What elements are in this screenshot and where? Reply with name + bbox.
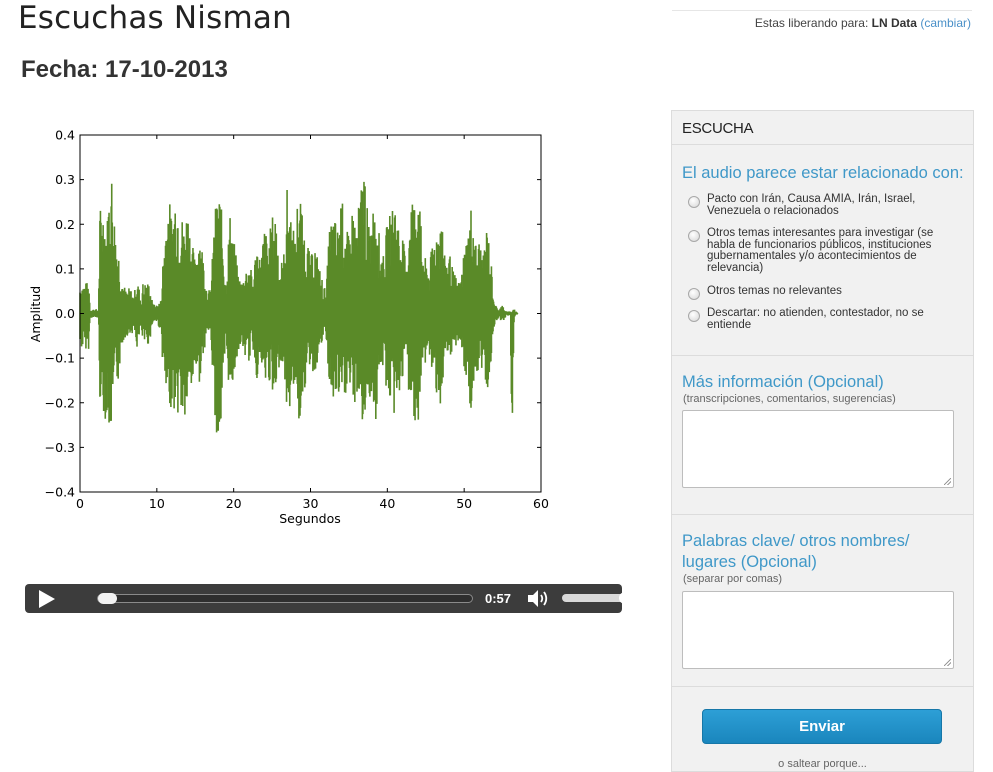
y-tick-label: 0.2 [55,217,75,232]
x-tick-label: 50 [456,496,472,511]
relation-question: El audio parece estar relacionado con: [682,164,964,182]
liberando-info: Estas liberando para: LN Data (cambiar) [755,16,971,30]
play-button[interactable] [39,590,55,608]
option-descartar[interactable]: Descartar: no atienden, contestador, no … [688,307,958,332]
more-info-hint: (transcripciones, comentarios, sugerenci… [683,393,896,405]
y-tick-label: 0.3 [55,172,75,187]
option-no-relevantes[interactable]: Otros temas no relevantes [688,285,958,300]
resize-grip-icon[interactable] [944,659,951,666]
keywords-textarea[interactable] [682,591,954,669]
seek-bar[interactable] [97,594,473,603]
x-tick-label: 0 [76,496,84,511]
more-info-title: Más información (Opcional) [682,373,884,391]
y-tick-label: 0.0 [55,306,75,321]
option-pacto-iran[interactable]: Pacto con Irán, Causa AMIA, Irán, Israel… [688,193,958,218]
skip-link[interactable]: o saltear porque... [672,758,973,770]
y-tick-label: −0.3 [45,440,75,455]
x-tick-label: 10 [149,496,165,511]
waveform-chart: 0 10 20 30 40 50 60 0.4 0.3 0.2 0.1 0.0 −0.1 −0.2 −0.… [28,128,549,527]
radio-button[interactable] [688,196,700,208]
page-title: Escuchas Nisman [18,0,292,36]
y-tick-label: −0.2 [45,395,75,410]
x-axis-label: Segundos [279,511,341,526]
audio-player: 0:57 [25,584,631,613]
y-tick-label: 0.4 [55,128,75,143]
section-divider [672,514,973,515]
y-axis-label: Amplitud [28,286,43,342]
option-otros-interesantes[interactable]: Otros temas interesantes para investigar… [688,227,958,276]
volume-handle[interactable] [619,592,631,604]
volume-slider[interactable] [562,594,626,602]
option-label: Otros temas no relevantes [707,285,842,297]
panel-header-title: ESCUCHA [682,120,754,137]
keywords-hint: (separar por comas) [683,573,783,585]
top-divider [672,10,972,11]
liberando-user: LN Data [871,16,917,30]
radio-button[interactable] [688,310,700,322]
more-info-textarea[interactable] [682,410,954,488]
option-label: Pacto con Irán, Causa AMIA, Irán, Israel… [707,193,916,217]
option-label: Otros temas interesantes para investigar… [707,227,934,274]
keywords-title: Palabras clave/ otros nombres/ lugares (… [682,532,910,571]
submit-button[interactable]: Enviar [702,709,942,744]
cambiar-link[interactable]: (cambiar) [920,16,971,30]
section-divider [672,355,973,356]
waveform-series [79,181,519,433]
x-tick-label: 20 [226,496,242,511]
escucha-panel: ESCUCHA El audio parece estar relacionad… [671,110,974,772]
x-tick-label: 60 [533,496,549,511]
speaker-icon[interactable] [527,589,551,608]
option-label: Descartar: no atienden, contestador, no … [707,307,924,331]
y-tick-label: −0.1 [45,351,75,366]
panel-header: ESCUCHA [672,111,973,145]
radio-button[interactable] [688,288,700,300]
x-tick-label: 40 [379,496,395,511]
x-tick-label: 30 [303,496,319,511]
liberando-prefix: Estas liberando para: [754,16,869,30]
date-heading: Fecha: 17-10-2013 [21,56,228,83]
y-tick-label: 0.1 [55,261,75,276]
radio-button[interactable] [688,230,700,242]
plot-layer [79,181,519,433]
time-display: 0:57 [485,591,512,606]
y-tick-label: −0.4 [45,485,75,500]
section-divider [672,686,973,687]
seek-handle[interactable] [98,593,117,604]
resize-grip-icon[interactable] [944,478,951,485]
